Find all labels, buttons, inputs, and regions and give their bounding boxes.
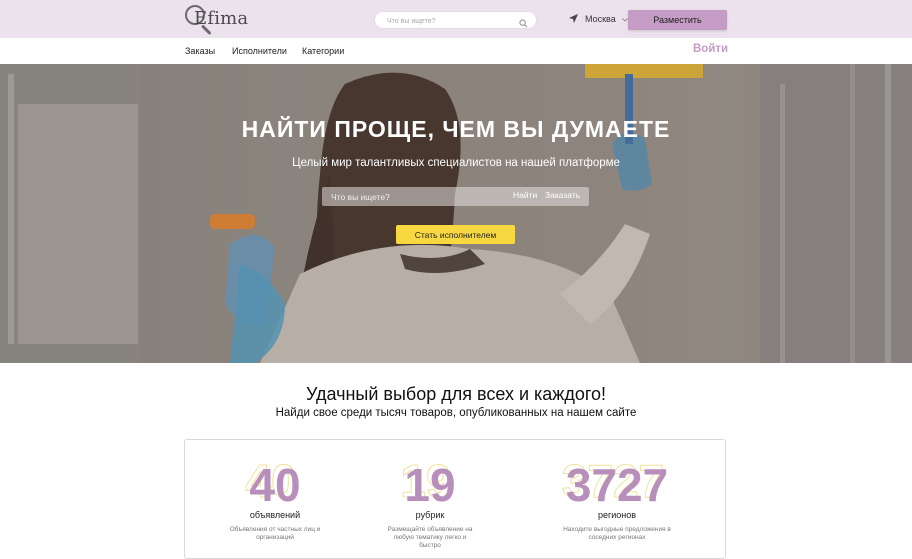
nav-item-performers[interactable]: Исполнители [232, 46, 287, 56]
stat-description: Находите выгодные предложения в соседних… [563, 526, 671, 541]
stat-label: объявлений [249, 510, 301, 520]
hero-subtitle: Целый мир талантливых специалистов на на… [292, 157, 620, 169]
stat-number-value: 3727 [565, 459, 669, 511]
stat-number-value: 40 [249, 459, 301, 511]
stat-label: регионов [597, 510, 637, 520]
stat-ads: 40 40 объявлений Объявления от частных л… [225, 456, 325, 542]
logo-text: Efima [194, 8, 249, 29]
main-nav: Заказы Исполнители Категории Войти [0, 38, 912, 64]
hero-search-bar: Найти Заказать [322, 187, 589, 206]
section-subtitle: Найди свое среди тысяч товаров, опублико… [275, 407, 637, 419]
stat-regions: 3727 3727 регионов Находите выгодные пре… [555, 456, 679, 542]
stat-description: Размещайте объявление на любую тематику … [387, 526, 473, 549]
stats-card: 40 40 объявлений Объявления от частных л… [184, 439, 726, 559]
header-search-input[interactable] [385, 14, 514, 28]
site-logo[interactable]: Efima [184, 4, 254, 38]
stat-number-value: 19 [404, 459, 456, 511]
nav-item-categories[interactable]: Категории [302, 46, 344, 56]
login-link[interactable]: Войти [693, 43, 728, 55]
hero-title: НАЙТИ ПРОЩЕ, ЧЕМ ВЫ ДУМАЕТЕ [241, 116, 671, 142]
stat-categories: 19 19 рубрик Размещайте объявление на лю… [385, 456, 475, 550]
stat-description: Объявления от частных лиц и организаций [229, 526, 321, 541]
find-button[interactable]: Найти [513, 190, 537, 200]
nav-item-orders[interactable]: Заказы [185, 46, 215, 56]
search-icon[interactable] [519, 15, 528, 33]
stat-number: 40 40 [225, 456, 325, 511]
stat-number: 3727 3727 [555, 456, 679, 511]
city-label: Москва [585, 14, 616, 24]
section-title: Удачный выбор для всех и каждого! [305, 384, 607, 404]
post-ad-button[interactable]: Разместить [628, 10, 727, 30]
order-button[interactable]: Заказать [545, 190, 580, 200]
city-selector[interactable]: Москва [568, 12, 628, 26]
location-arrow-icon [568, 13, 579, 26]
hero-banner: НАЙТИ ПРОЩЕ, ЧЕМ ВЫ ДУМАЕТЕ Целый мир та… [0, 64, 912, 363]
become-performer-button[interactable]: Стать исполнителем [396, 225, 515, 244]
chevron-down-icon [621, 14, 628, 24]
top-header: Efima Москва Разместить [0, 0, 912, 38]
header-search[interactable] [374, 11, 537, 29]
stat-label: рубрик [415, 510, 445, 520]
hero-search-input[interactable] [329, 190, 503, 204]
stat-number: 19 19 [385, 456, 475, 511]
hero-background-image [0, 64, 912, 363]
